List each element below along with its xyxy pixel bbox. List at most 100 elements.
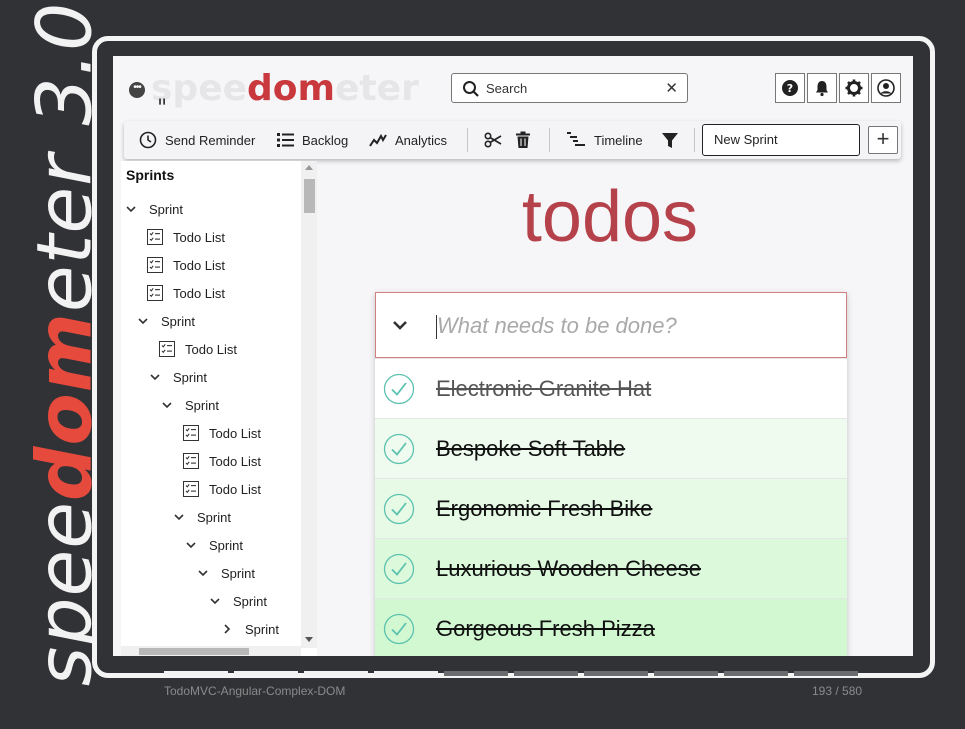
tree-item-todo-list[interactable]: Todo List — [183, 423, 261, 443]
checklist-icon — [183, 481, 199, 497]
toolbar-divider — [694, 128, 695, 152]
todos-heading: todos — [521, 177, 699, 257]
chevron-down-icon[interactable] — [183, 537, 199, 553]
tree-item-sprint[interactable]: Sprint — [135, 311, 195, 331]
tree-item-todo-list[interactable]: Todo List — [147, 255, 225, 275]
tree-item-todo-list[interactable]: Todo List — [183, 451, 261, 471]
chevron-down-icon[interactable] — [207, 593, 223, 609]
tree-item-sprint[interactable]: Sprint — [183, 535, 243, 555]
search-text: Search — [486, 81, 528, 96]
analytics-button[interactable]: Analytics — [369, 121, 447, 159]
tree-item-sprint[interactable]: Sprint — [123, 199, 183, 219]
chevron-right-icon[interactable] — [219, 621, 235, 637]
chevron-down-icon[interactable] — [135, 313, 151, 329]
new-sprint-input[interactable]: New Sprint — [702, 124, 860, 156]
tree-item-label: Sprint — [245, 621, 279, 637]
checklist-icon — [147, 257, 163, 273]
completed-checkbox-icon[interactable] — [383, 433, 415, 470]
sprints-sidebar: Sprints Sprint Todo List Todo List Todo Lis… — [121, 161, 317, 656]
progress-segment — [654, 671, 718, 676]
filter-button[interactable] — [662, 121, 686, 159]
tree-item-label: Todo List — [173, 285, 226, 301]
progress-segment — [234, 671, 298, 676]
timeline-button[interactable]: Timeline — [566, 121, 643, 159]
profile-button[interactable] — [871, 73, 901, 103]
checklist-icon — [183, 453, 199, 469]
tree-item-label: Todo List — [173, 229, 226, 245]
tree-item-sprint[interactable]: Sprint — [159, 395, 219, 415]
todo-item[interactable]: Electronic Granite Hat — [375, 358, 847, 418]
tree-item-sprint[interactable]: Sprint — [207, 591, 267, 611]
tree-item-todo-list[interactable]: Todo List — [159, 339, 237, 359]
backlog-button[interactable]: Backlog — [277, 121, 348, 159]
todo-item-label: Electronic Granite Hat — [436, 376, 652, 401]
tree-item-label: Todo List — [209, 481, 262, 497]
todo-item-label: Bespoke Soft Table — [436, 436, 626, 461]
add-sprint-button[interactable]: + — [868, 126, 898, 154]
chevron-down-icon[interactable] — [147, 369, 163, 385]
horizontal-scroll-thumb[interactable] — [139, 648, 249, 655]
chevron-down-icon[interactable] — [195, 565, 211, 581]
help-button[interactable]: ? — [775, 73, 805, 103]
completed-checkbox-icon[interactable] — [383, 373, 415, 410]
menu-dots-icon[interactable]: ••• — [129, 82, 145, 98]
completed-checkbox-icon[interactable] — [383, 493, 415, 530]
sidebar-horizontal-scrollbar[interactable] — [121, 646, 301, 656]
chevron-down-icon[interactable] — [171, 509, 187, 525]
todo-item[interactable]: Gorgeous Fresh Pizza — [375, 598, 847, 656]
bell-icon — [816, 81, 828, 97]
checklist-icon — [159, 341, 175, 357]
todo-list-card: What needs to be done? Electronic Granit… — [375, 292, 847, 656]
toggle-all-chevron-down-icon[interactable] — [390, 315, 410, 335]
search-input[interactable]: Search ✕ — [451, 73, 688, 103]
progress-segment — [164, 671, 228, 676]
tree-item-sprint[interactable]: Sprint — [171, 507, 231, 527]
tree-item-sprint[interactable]: Sprint — [147, 367, 207, 387]
delete-button[interactable] — [515, 121, 539, 159]
chevron-down-icon[interactable] — [123, 201, 139, 217]
svg-text:?: ? — [787, 82, 793, 95]
todo-item[interactable]: Luxurious Wooden Cheese — [375, 538, 847, 598]
logo-post: eter — [335, 68, 419, 109]
todo-item-label: Ergonomic Fresh Bike — [436, 496, 653, 521]
scissors-icon — [484, 132, 502, 148]
chevron-down-icon[interactable] — [159, 397, 175, 413]
tree-item-label: Todo List — [173, 257, 226, 273]
search-icon — [463, 81, 479, 97]
tree-item-sprint[interactable]: Sprint — [219, 619, 279, 639]
toolbar-divider — [549, 128, 550, 152]
header-buttons: ? — [775, 73, 903, 103]
logo-mark: " — [157, 96, 168, 121]
app-screen: ••• speedometer " Search ✕ ? Send Remind… — [113, 56, 913, 656]
new-todo-input[interactable]: What needs to be done? — [375, 292, 847, 358]
tree-item-todo-list[interactable]: Todo List — [147, 283, 225, 303]
send-reminder-button[interactable]: Send Reminder — [139, 121, 255, 159]
todo-item[interactable]: Ergonomic Fresh Bike — [375, 478, 847, 538]
settings-button[interactable] — [839, 73, 869, 103]
timeline-label: Timeline — [594, 132, 643, 148]
tree-item-label: Sprint — [197, 509, 231, 525]
completed-checkbox-icon[interactable] — [383, 613, 415, 650]
vertical-scroll-thumb[interactable] — [304, 179, 315, 213]
tree-item-label: Todo List — [209, 453, 262, 469]
chart-line-icon — [369, 133, 387, 147]
tree-item-sprint[interactable]: Sprint — [195, 563, 255, 583]
close-icon[interactable]: ✕ — [665, 79, 678, 97]
test-name: TodoMVC-Angular-Complex-DOM — [164, 684, 346, 698]
tree-item-todo-list[interactable]: Todo List — [183, 479, 261, 499]
tree-item-label: Sprint — [173, 369, 207, 385]
tree-item-label: Sprint — [221, 565, 255, 581]
new-todo-placeholder: What needs to be done? — [437, 313, 677, 338]
checklist-icon — [183, 425, 199, 441]
tree-item-label: Sprint — [149, 201, 183, 217]
cut-button[interactable] — [484, 121, 510, 159]
scroll-up-icon[interactable] — [305, 164, 313, 170]
todo-item[interactable]: Bespoke Soft Table — [375, 418, 847, 478]
scroll-down-icon[interactable] — [305, 637, 313, 643]
completed-checkbox-icon[interactable] — [383, 553, 415, 590]
tree-item-todo-list[interactable]: Todo List — [147, 227, 225, 247]
analytics-label: Analytics — [395, 132, 448, 148]
tree-item-label: Sprint — [185, 397, 219, 413]
notifications-button[interactable] — [807, 73, 837, 103]
progress-segment — [514, 671, 578, 676]
